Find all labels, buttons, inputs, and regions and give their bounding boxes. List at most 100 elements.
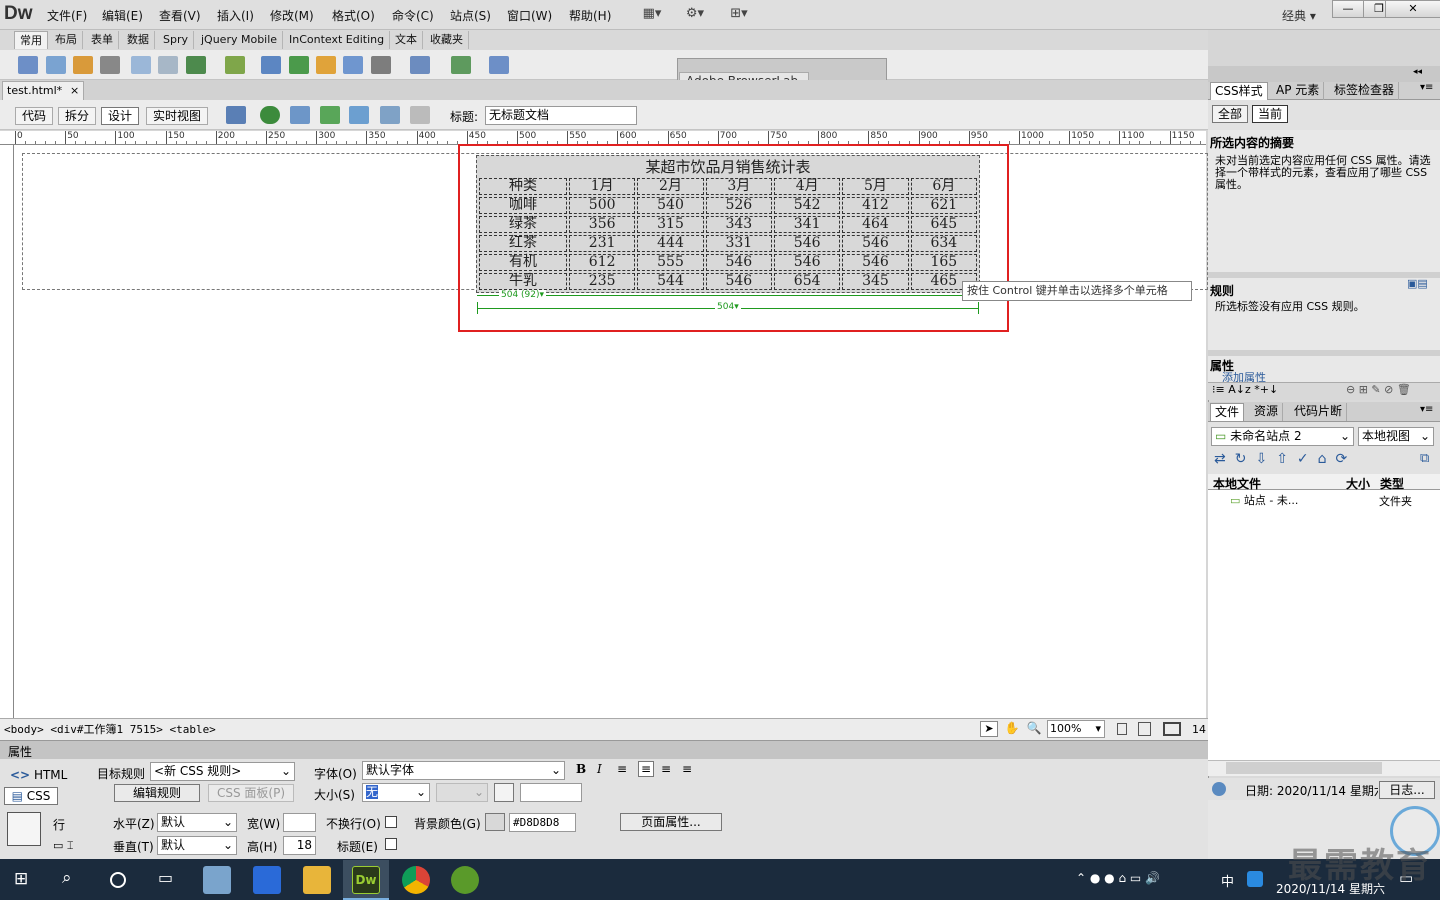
header-cell[interactable]: 1月 — [569, 178, 636, 195]
tray-icons[interactable]: ⌃ ● ● ⌂ ▭ 🔊 — [1076, 871, 1160, 885]
table-cell[interactable]: 315 — [637, 216, 704, 233]
code-view-button[interactable]: 代码 — [15, 107, 54, 125]
comment-icon[interactable] — [343, 56, 363, 74]
table-cell[interactable]: 412 — [842, 197, 909, 214]
mobile-size-icon[interactable] — [1117, 723, 1127, 735]
head-icon[interactable] — [371, 56, 391, 74]
table-cell[interactable]: 绿茶 — [479, 216, 567, 233]
tab-tag-inspector[interactable]: 标签检查器 — [1330, 82, 1400, 100]
visual-aids-icon[interactable] — [380, 106, 400, 124]
design-view-button[interactable]: 设计 — [101, 107, 140, 125]
tab-snippets[interactable]: 代码片断 — [1290, 403, 1348, 421]
file-management-icon[interactable] — [290, 106, 310, 124]
wps-icon[interactable] — [253, 866, 281, 894]
current-mode-button[interactable]: 当前 — [1252, 105, 1288, 123]
tab-css-styles[interactable]: CSS样式 — [1210, 82, 1268, 100]
column-width-label[interactable]: 504 (92)▾ — [499, 290, 547, 300]
header-checkbox[interactable] — [385, 838, 397, 850]
layout-icon[interactable]: ▦▾ — [641, 6, 663, 22]
table-cell[interactable]: 546 — [705, 254, 772, 271]
widget-icon[interactable] — [261, 56, 281, 74]
insert-tab-text[interactable]: 文本 — [390, 31, 423, 49]
table-cell[interactable]: 231 — [569, 235, 636, 252]
div-icon[interactable] — [158, 56, 178, 74]
cortana-icon[interactable] — [110, 872, 126, 888]
log-button[interactable]: 日志... — [1379, 781, 1435, 799]
table-cell[interactable]: 542 — [773, 197, 841, 214]
header-cell[interactable]: 6月 — [910, 178, 977, 195]
table-cell[interactable]: 612 — [569, 254, 636, 271]
align-center-icon[interactable]: ≡ — [638, 761, 655, 777]
tab-files[interactable]: 文件 — [1210, 403, 1245, 421]
tablet-size-icon[interactable] — [1138, 722, 1151, 736]
gear-icon[interactable]: ⚙▾ — [684, 6, 706, 22]
windows-start-icon[interactable]: ⊞ — [14, 870, 32, 888]
table-cell[interactable]: 444 — [637, 235, 704, 252]
menu-window[interactable]: 窗口(W) — [507, 7, 552, 24]
menu-file[interactable]: 文件(F) — [47, 7, 87, 24]
table-cell[interactable]: 645 — [910, 216, 977, 233]
multiscreen-icon[interactable] — [226, 106, 246, 124]
close-tab-icon[interactable]: × — [70, 82, 79, 99]
target-rule-select[interactable]: <新 CSS 规则> ⌄ — [150, 762, 295, 781]
insert-tab-layout[interactable]: 布局 — [50, 31, 83, 49]
table-cell[interactable]: 546 — [842, 235, 909, 252]
menu-commands[interactable]: 命令(C) — [392, 7, 434, 24]
qq-icon[interactable] — [1247, 871, 1263, 887]
table-cell[interactable]: 654 — [773, 273, 841, 290]
table-width-label[interactable]: 504▾ — [715, 302, 741, 312]
insert-tab-spry[interactable]: Spry — [158, 31, 194, 49]
anchor-icon[interactable] — [73, 56, 93, 74]
templates-icon[interactable] — [451, 56, 471, 74]
chrome-icon[interactable] — [402, 866, 430, 894]
table-cell[interactable]: 341 — [773, 216, 841, 233]
header-cell[interactable]: 4月 — [773, 178, 841, 195]
zoom-tool-icon[interactable]: 🔍 — [1025, 721, 1043, 737]
file-transfer-icons[interactable]: ⇄↻⇩⇧✓⌂⟳ — [1214, 451, 1356, 467]
nowrap-checkbox[interactable] — [385, 816, 397, 828]
html-mode-button[interactable]: <> HTML — [10, 768, 67, 782]
vertical-select[interactable]: 默认 ⌄ — [157, 836, 237, 855]
image-icon[interactable] — [186, 56, 206, 74]
scroll-thumb[interactable] — [1226, 762, 1382, 774]
menu-edit[interactable]: 编辑(E) — [102, 7, 143, 24]
insert-tab-favorites[interactable]: 收藏夹 — [425, 31, 469, 49]
header-cell[interactable]: 2月 — [637, 178, 704, 195]
files-options-icon[interactable]: ▾≡ — [1420, 404, 1433, 415]
height-input[interactable]: 18 — [283, 836, 316, 855]
desktop-size-icon[interactable] — [1163, 722, 1181, 736]
font-select[interactable]: 默认字体 ⌄ — [362, 761, 565, 780]
split-view-button[interactable]: 拆分 — [58, 107, 97, 125]
dreamweaver-icon[interactable]: Dw — [352, 866, 380, 894]
table-cell[interactable]: 634 — [910, 235, 977, 252]
select-tool-icon[interactable]: ➤ — [980, 721, 998, 737]
table-cell[interactable]: 464 — [842, 216, 909, 233]
css-actions-icons[interactable]: ⊖ ⊞ ✎ ⊘ 🗑 — [1346, 383, 1411, 396]
date-icon[interactable] — [289, 56, 309, 74]
horizontal-select[interactable]: 默认 ⌄ — [157, 813, 237, 832]
script-icon[interactable] — [410, 56, 430, 74]
size-select[interactable]: 无 ⌄ — [362, 783, 430, 802]
insert-tab-jquery[interactable]: jQuery Mobile — [196, 31, 284, 49]
media-icon[interactable] — [225, 56, 245, 74]
tag-selector[interactable]: <body> <div#工作簿1 7515> <table> — [4, 721, 216, 737]
bg-color-swatch[interactable] — [485, 813, 505, 831]
panel-collapse-bar[interactable]: ◂◂ — [1208, 66, 1440, 82]
table-cell[interactable]: 356 — [569, 216, 636, 233]
menu-view[interactable]: 查看(V) — [159, 7, 201, 24]
tab-assets[interactable]: 资源 — [1250, 403, 1284, 421]
hr-icon[interactable] — [100, 56, 120, 74]
document-tab[interactable]: test.html* × — [2, 81, 84, 100]
table-cell[interactable]: 540 — [637, 197, 704, 214]
validate-icon[interactable] — [320, 106, 340, 124]
bg-color-input[interactable]: #D8D8D8 — [509, 813, 576, 832]
size-unit-select[interactable]: ⌄ — [436, 783, 488, 802]
table-cell[interactable]: 牛乳 — [479, 273, 567, 290]
italic-button[interactable]: I — [597, 762, 602, 776]
header-cell[interactable]: 5月 — [842, 178, 909, 195]
browser-check-icon[interactable] — [349, 106, 369, 124]
table-cell[interactable]: 331 — [705, 235, 772, 252]
site-select[interactable]: ▭ 未命名站点 2 ⌄ — [1211, 427, 1354, 446]
align-left-icon[interactable]: ≡ — [617, 762, 627, 776]
menu-insert[interactable]: 插入(I) — [217, 7, 254, 24]
